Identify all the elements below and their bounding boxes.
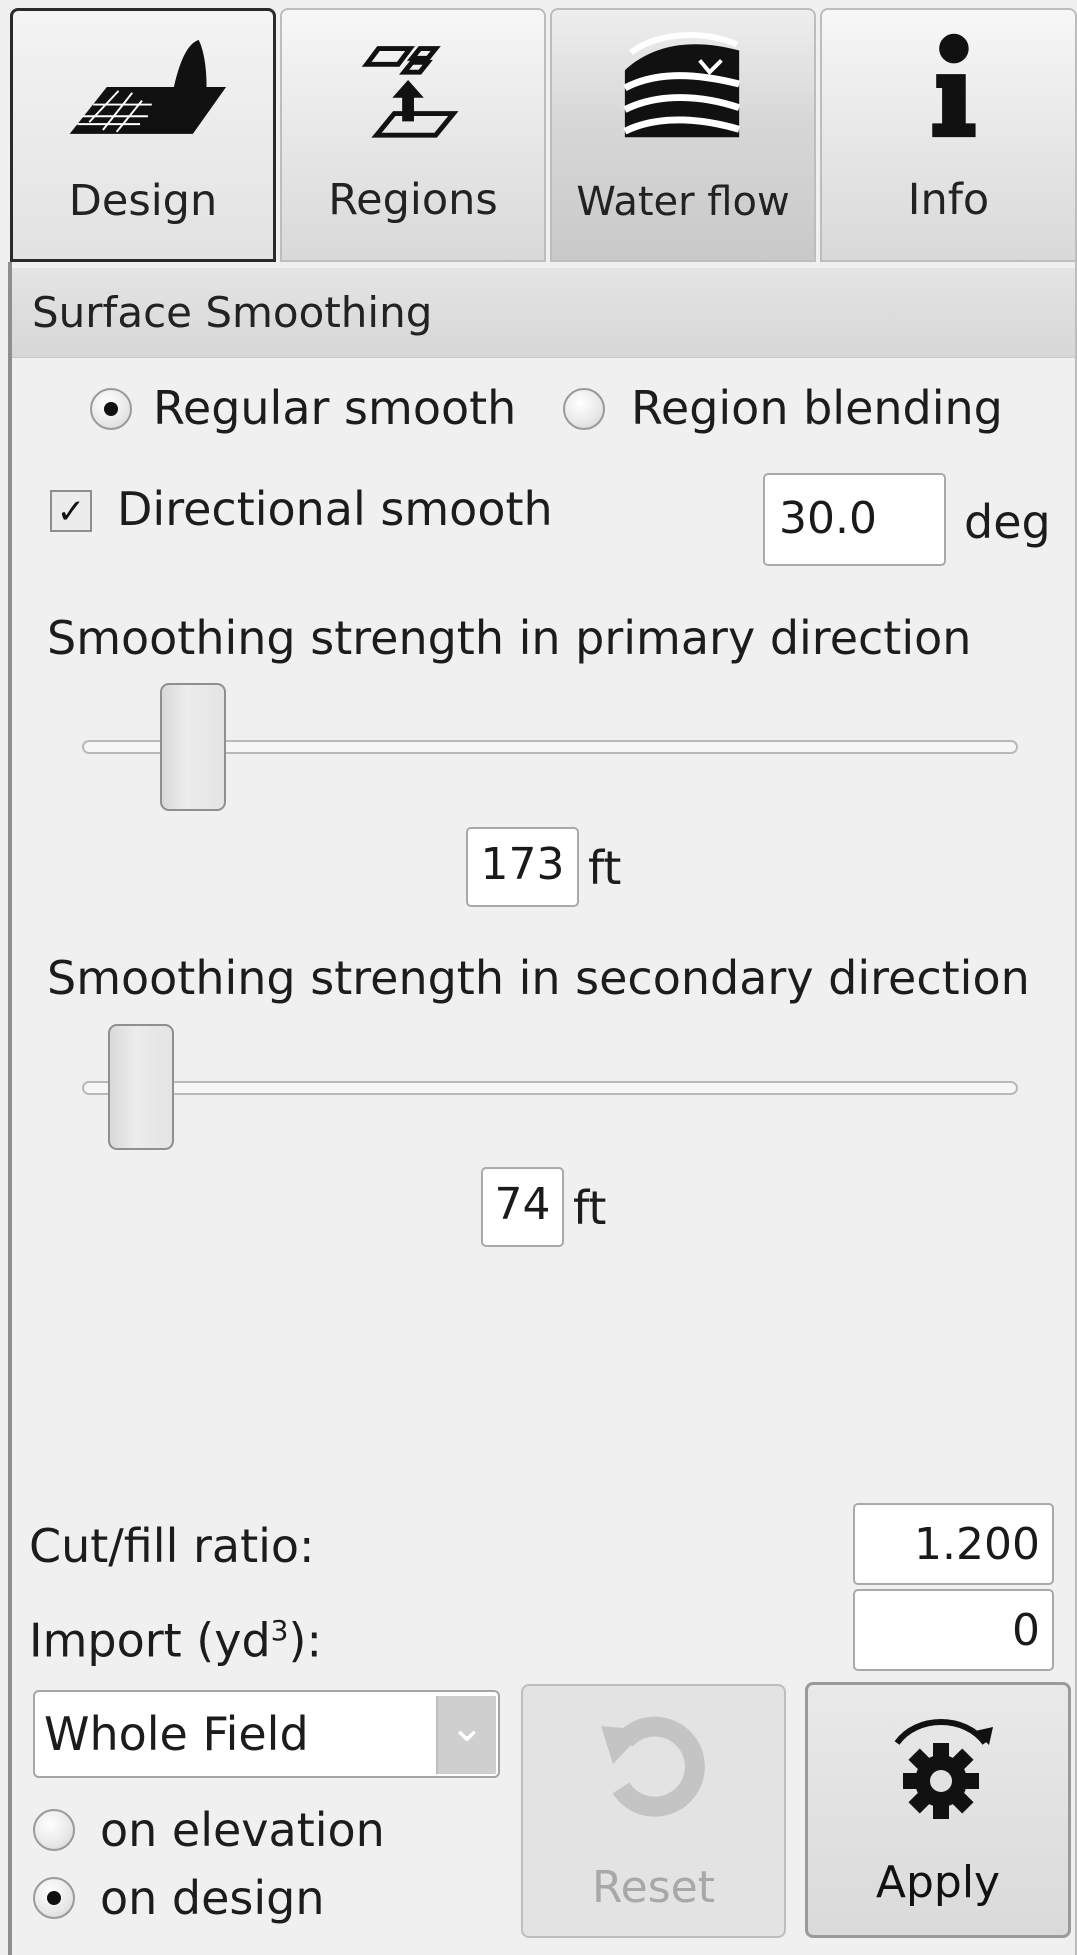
- tab-water-flow[interactable]: Water flow: [550, 8, 816, 262]
- primary-strength-label: Smoothing strength in primary direction: [47, 611, 972, 665]
- tab-regions[interactable]: Regions: [280, 8, 546, 262]
- on-design-label: on design: [100, 1871, 325, 1925]
- directional-smooth-checkbox[interactable]: ✓: [50, 490, 92, 532]
- scope-selected-value: Whole Field: [44, 1707, 309, 1761]
- tab-label: Regions: [328, 175, 498, 225]
- secondary-slider-thumb[interactable]: [108, 1024, 175, 1150]
- primary-slider-thumb[interactable]: [160, 683, 227, 811]
- radio-on-design[interactable]: [33, 1877, 75, 1919]
- apply-label: Apply: [875, 1857, 1001, 1908]
- reset-button[interactable]: Reset: [521, 1684, 786, 1938]
- tab-label: Water flow: [576, 179, 790, 225]
- reset-label: Reset: [592, 1862, 715, 1913]
- on-elevation-label: on elevation: [100, 1803, 385, 1857]
- apply-button[interactable]: Apply: [805, 1682, 1071, 1938]
- regions-icon: [361, 46, 459, 138]
- radio-on-elevation[interactable]: [33, 1809, 75, 1851]
- gear-refresh-icon: [894, 1719, 993, 1819]
- chevron-down-icon: ⌄: [449, 1702, 485, 1751]
- tab-info[interactable]: Info: [820, 8, 1077, 262]
- primary-strength-input[interactable]: 173: [466, 827, 579, 907]
- tab-design[interactable]: Design: [10, 8, 276, 262]
- tab-label: Info: [907, 175, 990, 225]
- import-label: Import (yd3):: [29, 1613, 322, 1668]
- angle-unit: deg: [964, 495, 1051, 549]
- scope-dropdown[interactable]: Whole Field ⌄: [33, 1690, 500, 1778]
- radio-selected-dot: [104, 402, 118, 416]
- undo-icon: [601, 1716, 705, 1817]
- secondary-slider-track[interactable]: [82, 1081, 1018, 1095]
- tab-label: Design: [68, 176, 218, 226]
- cut-fill-input[interactable]: 1.200: [853, 1503, 1054, 1585]
- cut-fill-label: Cut/fill ratio:: [29, 1519, 315, 1573]
- smoothing-panel: Design Regions Water flow Info Surface S…: [0, 0, 1077, 1955]
- radio-regular-smooth[interactable]: [90, 388, 132, 430]
- direction-angle-input[interactable]: 30.0: [763, 473, 946, 566]
- section-title: Surface Smoothing: [12, 268, 1075, 358]
- regular-smooth-label: Regular smooth: [153, 381, 517, 435]
- info-icon: [932, 33, 976, 138]
- water-flow-icon: [623, 32, 741, 138]
- secondary-strength-label: Smoothing strength in secondary directio…: [47, 951, 1030, 1005]
- radio-selected-dot: [47, 1891, 61, 1905]
- scope-dropdown-button[interactable]: ⌄: [436, 1696, 496, 1774]
- radio-region-blending[interactable]: [563, 388, 605, 430]
- import-input[interactable]: 0: [853, 1589, 1054, 1671]
- secondary-strength-input[interactable]: 74: [481, 1167, 564, 1247]
- directional-smooth-label: Directional smooth: [117, 482, 553, 536]
- region-blending-label: Region blending: [631, 381, 1003, 435]
- secondary-unit: ft: [573, 1181, 607, 1235]
- primary-unit: ft: [588, 841, 622, 895]
- terrain-design-icon: [69, 40, 227, 134]
